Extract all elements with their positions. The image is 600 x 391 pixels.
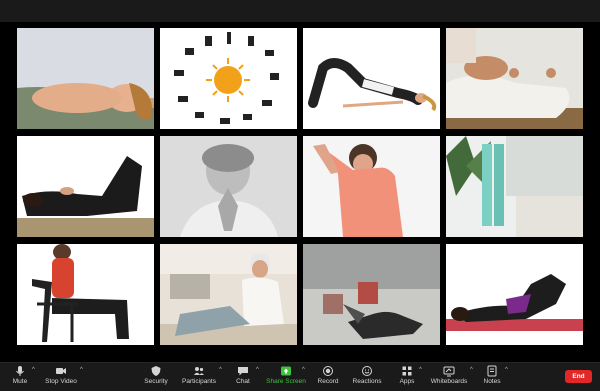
notes-button[interactable]: Notes <box>481 364 503 390</box>
record-button[interactable]: Record <box>316 364 340 390</box>
video-tile-p5[interactable] <box>17 136 154 237</box>
video-tile-p4[interactable] <box>446 28 583 129</box>
chat-bubble-icon <box>238 367 248 376</box>
participant-video <box>446 244 583 345</box>
apps-button[interactable]: Apps <box>397 364 417 390</box>
video-tile-p2[interactable] <box>160 28 297 129</box>
video-gallery <box>0 22 600 362</box>
whiteboard-icon <box>443 366 455 377</box>
video-tile-p8[interactable] <box>446 136 583 237</box>
participant-video <box>160 28 297 129</box>
video-tile-p1[interactable] <box>17 28 154 129</box>
meeting-toolbar: Mute ^ Stop Video ^ Security Participant… <box>0 362 600 391</box>
participant-video <box>446 136 583 237</box>
microphone-icon <box>16 366 24 376</box>
video-options-caret[interactable]: ^ <box>80 367 83 373</box>
video-camera-icon <box>56 368 66 374</box>
reactions-button[interactable]: Reactions <box>352 364 382 390</box>
participant-video <box>303 28 440 129</box>
smiley-icon <box>362 366 372 376</box>
notes-icon <box>487 365 497 377</box>
shield-icon <box>151 366 161 376</box>
participant-video <box>17 244 154 345</box>
whiteboards-options-caret[interactable]: ^ <box>470 367 473 373</box>
mute-button[interactable]: Mute <box>8 364 32 390</box>
share-screen-label: Share Screen <box>266 378 306 385</box>
participants-options-caret[interactable]: ^ <box>219 367 222 373</box>
security-label: Security <box>144 378 168 385</box>
record-icon <box>323 366 333 376</box>
video-tile-p6[interactable] <box>160 136 297 237</box>
video-tile-p7[interactable] <box>303 136 440 237</box>
video-tile-p9[interactable] <box>17 244 154 345</box>
whiteboards-label: Whiteboards <box>430 378 468 385</box>
people-icon <box>194 367 204 375</box>
chat-label: Chat <box>236 378 250 385</box>
video-tile-p3[interactable] <box>303 28 440 129</box>
record-label: Record <box>317 378 339 385</box>
video-tile-p12[interactable] <box>446 244 583 345</box>
participant-video <box>17 28 154 129</box>
mute-options-caret[interactable]: ^ <box>32 367 35 373</box>
mute-label: Mute <box>12 378 28 385</box>
participants-button[interactable]: Participants <box>180 364 218 390</box>
stop-video-label: Stop Video <box>45 378 77 385</box>
end-meeting-button[interactable]: End <box>565 370 592 383</box>
share-screen-icon <box>281 366 291 376</box>
video-tile-p11[interactable] <box>303 244 440 345</box>
participants-label: Participants <box>182 378 216 385</box>
chat-options-caret[interactable]: ^ <box>256 367 259 373</box>
apps-options-caret[interactable]: ^ <box>419 367 422 373</box>
stop-video-button[interactable]: Stop Video <box>44 364 78 390</box>
chat-button[interactable]: Chat <box>232 364 254 390</box>
whiteboards-button[interactable]: Whiteboards <box>430 364 468 390</box>
participant-video <box>17 136 154 237</box>
reactions-label: Reactions <box>352 378 382 385</box>
apps-label: Apps <box>399 378 415 385</box>
share-options-caret[interactable]: ^ <box>302 367 305 373</box>
window-top-bar <box>0 0 600 22</box>
participant-video <box>160 244 297 345</box>
security-button[interactable]: Security <box>142 364 170 390</box>
participant-video <box>303 244 440 345</box>
apps-icon <box>402 366 412 376</box>
share-screen-button[interactable]: Share Screen <box>266 364 306 390</box>
participant-video <box>160 136 297 237</box>
participant-video <box>303 136 440 237</box>
participant-video <box>446 28 583 129</box>
notes-options-caret[interactable]: ^ <box>505 367 508 373</box>
notes-label: Notes <box>483 378 501 385</box>
video-tile-p10[interactable] <box>160 244 297 345</box>
